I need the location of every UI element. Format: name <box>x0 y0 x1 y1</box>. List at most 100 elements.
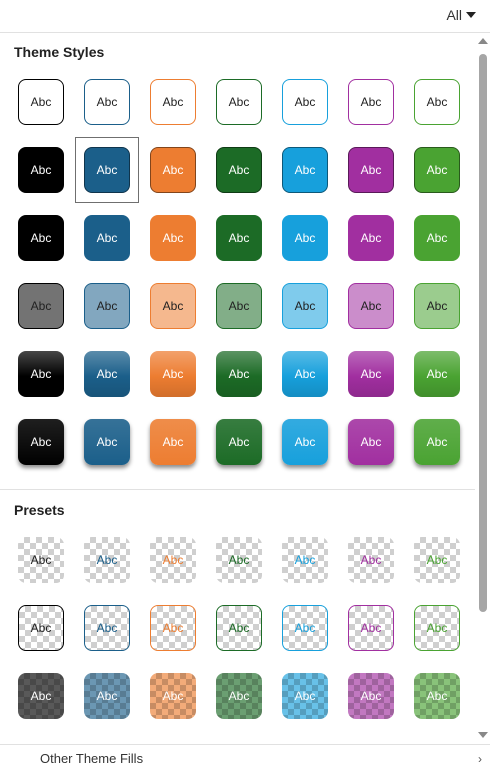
theme-style-cell[interactable]: Abc <box>74 136 140 204</box>
preset-cell[interactable]: Abc <box>404 662 470 730</box>
theme-style-cell[interactable]: Abc <box>338 68 404 136</box>
filter-dropdown[interactable]: All <box>446 7 476 23</box>
theme-style-cell[interactable]: Abc <box>140 136 206 204</box>
theme-style-cell[interactable]: Abc <box>8 340 74 408</box>
theme-style-swatch-shadow-7[interactable]: Abc <box>414 419 460 465</box>
theme-style-swatch-gradient-7[interactable]: Abc <box>414 351 460 397</box>
theme-style-cell[interactable]: Abc <box>206 340 272 408</box>
theme-style-cell[interactable]: Abc <box>8 68 74 136</box>
theme-style-swatch-solid-border-5[interactable]: Abc <box>282 147 328 193</box>
preset-swatch-preset-fill-1[interactable]: Abc <box>18 673 64 719</box>
preset-swatch-preset-outline-4[interactable]: Abc <box>216 605 262 651</box>
theme-style-swatch-solid-4[interactable]: Abc <box>216 215 262 261</box>
theme-style-cell[interactable]: Abc <box>8 272 74 340</box>
theme-style-swatch-solid-5[interactable]: Abc <box>282 215 328 261</box>
preset-cell[interactable]: Abc <box>74 526 140 594</box>
preset-cell[interactable]: Abc <box>74 594 140 662</box>
preset-cell[interactable]: Abc <box>338 526 404 594</box>
theme-style-swatch-gradient-3[interactable]: Abc <box>150 351 196 397</box>
theme-style-swatch-gradient-1[interactable]: Abc <box>18 351 64 397</box>
preset-cell[interactable]: Abc <box>404 526 470 594</box>
preset-swatch-preset-trans-1[interactable]: Abc <box>18 537 64 583</box>
theme-style-swatch-solid-border-3[interactable]: Abc <box>150 147 196 193</box>
theme-style-cell[interactable]: Abc <box>338 408 404 476</box>
theme-style-cell[interactable]: Abc <box>8 204 74 272</box>
preset-swatch-preset-outline-6[interactable]: Abc <box>348 605 394 651</box>
theme-style-swatch-shadow-2[interactable]: Abc <box>84 419 130 465</box>
theme-style-cell[interactable]: Abc <box>74 204 140 272</box>
theme-style-swatch-outline-1[interactable]: Abc <box>18 79 64 125</box>
theme-style-swatch-solid-2[interactable]: Abc <box>84 215 130 261</box>
theme-style-swatch-light-2[interactable]: Abc <box>84 283 130 329</box>
preset-cell[interactable]: Abc <box>206 662 272 730</box>
theme-style-cell[interactable]: Abc <box>338 340 404 408</box>
theme-style-swatch-gradient-6[interactable]: Abc <box>348 351 394 397</box>
theme-style-swatch-light-7[interactable]: Abc <box>414 283 460 329</box>
preset-cell[interactable]: Abc <box>404 594 470 662</box>
preset-swatch-preset-fill-3[interactable]: Abc <box>150 673 196 719</box>
theme-style-cell[interactable]: Abc <box>206 408 272 476</box>
preset-swatch-preset-outline-3[interactable]: Abc <box>150 605 196 651</box>
theme-style-cell[interactable]: Abc <box>404 204 470 272</box>
theme-style-swatch-light-1[interactable]: Abc <box>18 283 64 329</box>
theme-style-cell[interactable]: Abc <box>338 204 404 272</box>
theme-style-cell[interactable]: Abc <box>338 136 404 204</box>
preset-swatch-preset-trans-4[interactable]: Abc <box>216 537 262 583</box>
preset-cell[interactable]: Abc <box>272 662 338 730</box>
theme-style-swatch-solid-border-2[interactable]: Abc <box>84 147 130 193</box>
scroll-down-icon[interactable] <box>478 732 488 738</box>
theme-style-swatch-shadow-4[interactable]: Abc <box>216 419 262 465</box>
theme-style-swatch-solid-6[interactable]: Abc <box>348 215 394 261</box>
preset-cell[interactable]: Abc <box>338 662 404 730</box>
theme-style-cell[interactable]: Abc <box>404 408 470 476</box>
theme-style-swatch-outline-2[interactable]: Abc <box>84 79 130 125</box>
theme-style-cell[interactable]: Abc <box>206 136 272 204</box>
theme-style-swatch-gradient-2[interactable]: Abc <box>84 351 130 397</box>
theme-style-cell[interactable]: Abc <box>140 272 206 340</box>
theme-style-cell[interactable]: Abc <box>74 272 140 340</box>
theme-style-swatch-shadow-5[interactable]: Abc <box>282 419 328 465</box>
other-theme-fills-item[interactable]: Other Theme Fills › <box>0 744 490 766</box>
preset-cell[interactable]: Abc <box>8 526 74 594</box>
theme-style-cell[interactable]: Abc <box>272 136 338 204</box>
theme-style-cell[interactable]: Abc <box>140 408 206 476</box>
theme-style-cell[interactable]: Abc <box>404 136 470 204</box>
preset-cell[interactable]: Abc <box>272 526 338 594</box>
theme-style-swatch-solid-1[interactable]: Abc <box>18 215 64 261</box>
theme-style-cell[interactable]: Abc <box>272 272 338 340</box>
theme-style-cell[interactable]: Abc <box>140 340 206 408</box>
theme-style-cell[interactable]: Abc <box>272 408 338 476</box>
theme-style-swatch-light-5[interactable]: Abc <box>282 283 328 329</box>
preset-swatch-preset-fill-7[interactable]: Abc <box>414 673 460 719</box>
theme-style-cell[interactable]: Abc <box>404 272 470 340</box>
theme-style-cell[interactable]: Abc <box>206 272 272 340</box>
preset-swatch-preset-trans-3[interactable]: Abc <box>150 537 196 583</box>
theme-style-cell[interactable]: Abc <box>272 204 338 272</box>
theme-style-cell[interactable]: Abc <box>404 68 470 136</box>
theme-style-cell[interactable]: Abc <box>140 68 206 136</box>
preset-cell[interactable]: Abc <box>140 594 206 662</box>
theme-style-cell[interactable]: Abc <box>272 68 338 136</box>
theme-style-cell[interactable]: Abc <box>338 272 404 340</box>
preset-cell[interactable]: Abc <box>338 594 404 662</box>
theme-style-swatch-light-6[interactable]: Abc <box>348 283 394 329</box>
theme-style-cell[interactable]: Abc <box>74 340 140 408</box>
theme-style-swatch-outline-4[interactable]: Abc <box>216 79 262 125</box>
theme-style-swatch-gradient-4[interactable]: Abc <box>216 351 262 397</box>
theme-style-swatch-outline-6[interactable]: Abc <box>348 79 394 125</box>
theme-style-cell[interactable]: Abc <box>206 204 272 272</box>
theme-style-cell[interactable]: Abc <box>272 340 338 408</box>
preset-swatch-preset-fill-6[interactable]: Abc <box>348 673 394 719</box>
theme-style-cell[interactable]: Abc <box>74 68 140 136</box>
theme-style-swatch-shadow-3[interactable]: Abc <box>150 419 196 465</box>
preset-swatch-preset-trans-2[interactable]: Abc <box>84 537 130 583</box>
theme-style-swatch-solid-border-4[interactable]: Abc <box>216 147 262 193</box>
theme-style-swatch-solid-border-7[interactable]: Abc <box>414 147 460 193</box>
theme-style-swatch-solid-3[interactable]: Abc <box>150 215 196 261</box>
preset-cell[interactable]: Abc <box>8 662 74 730</box>
preset-cell[interactable]: Abc <box>272 594 338 662</box>
preset-swatch-preset-trans-7[interactable]: Abc <box>414 537 460 583</box>
preset-cell[interactable]: Abc <box>206 526 272 594</box>
vertical-scrollbar[interactable] <box>476 32 490 744</box>
preset-cell[interactable]: Abc <box>8 594 74 662</box>
